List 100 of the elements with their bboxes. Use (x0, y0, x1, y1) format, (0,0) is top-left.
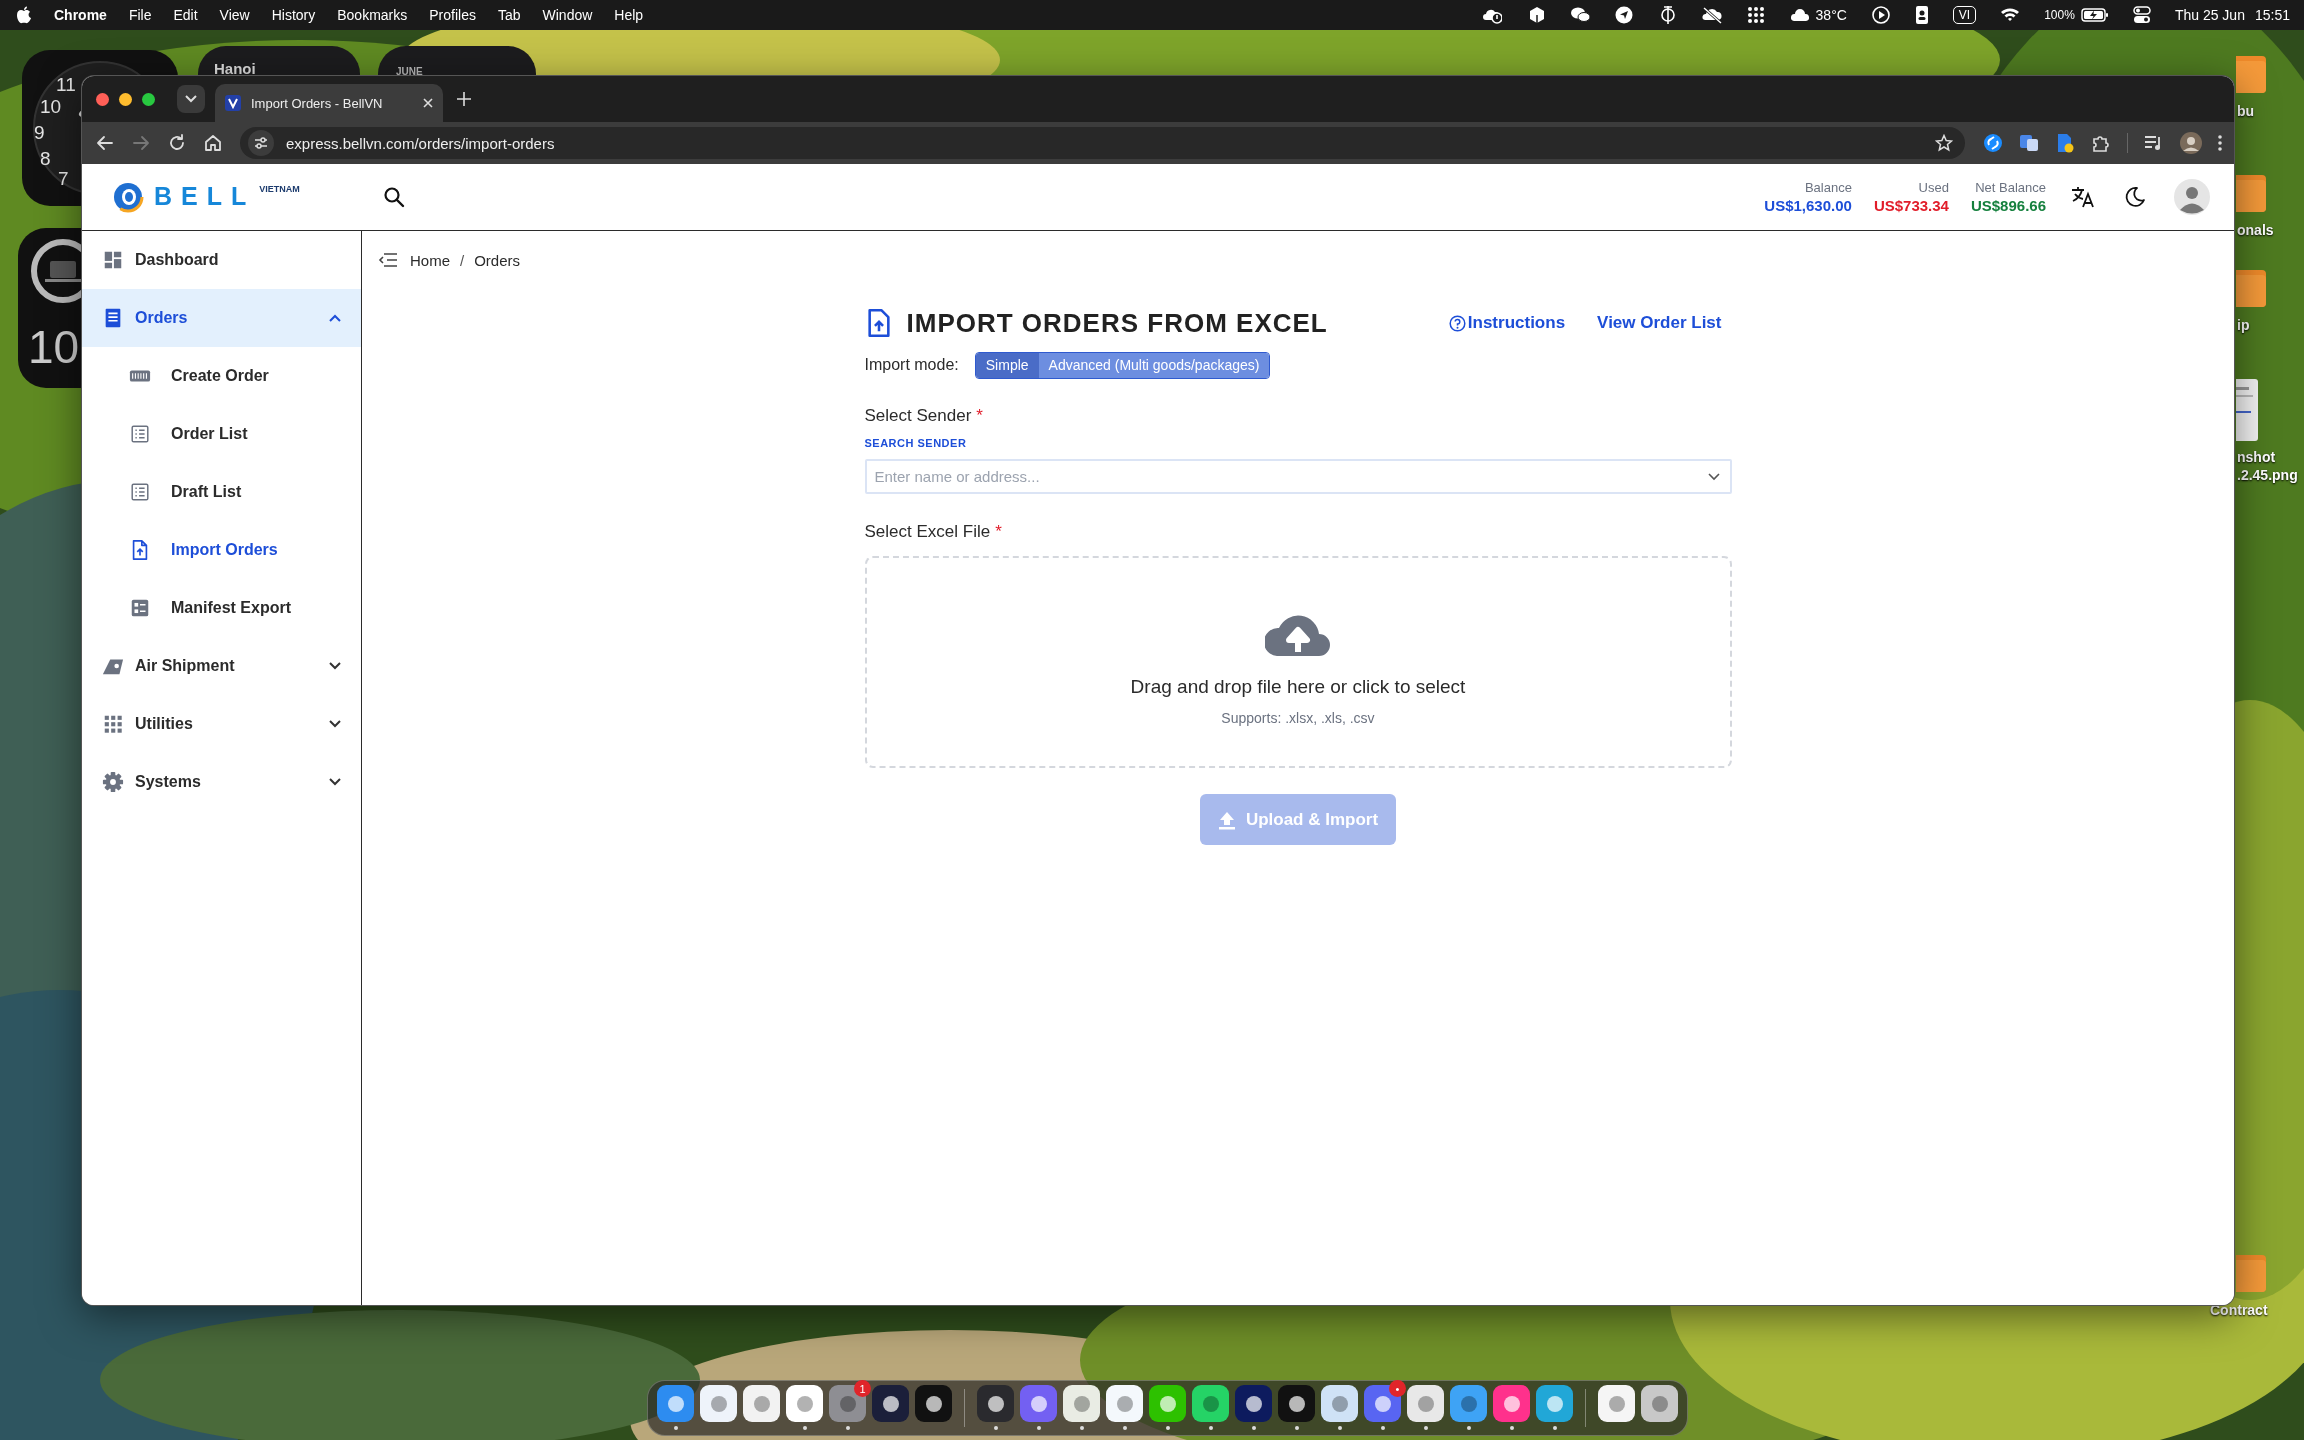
sender-search-field[interactable]: Enter name or address... (864, 459, 1732, 494)
apple-icon[interactable] (16, 6, 32, 24)
menu-item[interactable]: Tab (497, 7, 521, 23)
sidebar-item[interactable]: Systems (82, 753, 361, 811)
sidebar-subitem[interactable]: Import Orders (82, 521, 361, 579)
swirl-extension-icon[interactable] (1983, 133, 2003, 153)
menu-item[interactable]: Bookmarks (337, 7, 408, 23)
new-tab-icon[interactable] (457, 92, 471, 106)
app-icon[interactable] (915, 1385, 952, 1422)
globe-logo-icon[interactable] (112, 181, 144, 213)
app-icon[interactable] (700, 1385, 737, 1422)
clock-number: 10 (40, 96, 62, 118)
grid-icon (102, 713, 124, 735)
browser-tab[interactable]: Import Orders - BellVN (215, 84, 443, 122)
menu-item[interactable]: Window (542, 7, 593, 23)
app-icon[interactable] (1321, 1385, 1358, 1422)
menu-item[interactable]: File (128, 7, 152, 23)
app-icon[interactable] (977, 1385, 1014, 1422)
reload-icon[interactable] (168, 134, 186, 152)
mode-option[interactable]: Simple (975, 352, 1039, 378)
translate-extension-icon[interactable] (2019, 133, 2039, 153)
app-icon[interactable] (743, 1385, 780, 1422)
wifi-icon[interactable] (2000, 7, 2021, 23)
file-name[interactable]: ip (2237, 317, 2250, 333)
close-icon[interactable] (423, 98, 433, 108)
toggles-icon[interactable] (2132, 6, 2151, 24)
zoom-button[interactable] (142, 92, 155, 106)
menu-item[interactable]: View (219, 7, 250, 23)
date[interactable]: Thu 25 Jun (2174, 7, 2245, 23)
app-icon[interactable] (1536, 1385, 1573, 1422)
menu-item[interactable]: Edit (173, 7, 198, 23)
back-icon[interactable] (96, 134, 114, 152)
dark-mode-icon[interactable] (2124, 186, 2146, 208)
home-icon[interactable] (204, 134, 222, 152)
app-icon[interactable] (1106, 1385, 1143, 1422)
app-icon[interactable] (1364, 1385, 1401, 1422)
address-bar[interactable]: express.bellvn.com/orders/import-orders (240, 127, 1965, 159)
sidebar-item[interactable]: Dashboard (82, 231, 361, 289)
sidebar-subitem[interactable]: Create Order (82, 347, 361, 405)
breadcrumb-link[interactable]: Home (410, 251, 450, 269)
app-icon[interactable] (1493, 1385, 1530, 1422)
app-icon[interactable] (872, 1385, 909, 1422)
site-settings-button[interactable] (248, 130, 274, 156)
app-icon[interactable] (1278, 1385, 1315, 1422)
sidebar-subitem[interactable]: Draft List (82, 463, 361, 521)
view-order-list-link[interactable]: View Order List (1597, 313, 1722, 333)
chevron-down-icon[interactable] (1707, 473, 1720, 481)
app-icon[interactable] (786, 1385, 823, 1422)
file-name[interactable]: onals (2237, 222, 2274, 238)
extensions-icon[interactable] (2091, 133, 2111, 153)
cloud-off-icon[interactable] (1701, 5, 1722, 25)
bookmark-star-icon[interactable] (1935, 134, 1953, 152)
minimize-button[interactable] (119, 92, 132, 106)
temperature[interactable]: 38°C (1815, 7, 1847, 23)
play-icon[interactable] (1870, 5, 1891, 25)
dots-grid-icon[interactable] (1745, 5, 1766, 25)
instructions-link[interactable]: Instructions (1448, 313, 1566, 333)
time[interactable]: 15:51 (2254, 7, 2290, 23)
app-icon[interactable] (1192, 1385, 1229, 1422)
profile-avatar[interactable] (2180, 132, 2202, 154)
translate-icon[interactable] (2070, 185, 2096, 209)
app-icon[interactable] (1020, 1385, 1057, 1422)
search-icon[interactable] (383, 186, 405, 208)
file-name[interactable]: .2.45.png (2237, 467, 2298, 483)
file-drop-zone[interactable]: Drag and drop file here or click to select Supports: .xlsx, .xls, .csv (864, 556, 1732, 768)
app-icon[interactable] (1149, 1385, 1186, 1422)
sidebar-toggle-icon[interactable] (378, 252, 398, 268)
percentage-number: 10 (28, 320, 80, 374)
chat-icon[interactable] (1569, 5, 1590, 25)
sidebar-item[interactable]: Utilities (82, 695, 361, 753)
app-icon[interactable] (1063, 1385, 1100, 1422)
cloud-icon[interactable] (1789, 8, 1810, 22)
app-icon[interactable] (1235, 1385, 1272, 1422)
logo-text[interactable]: BELL (154, 181, 256, 211)
user-avatar[interactable] (2174, 179, 2210, 215)
app-menu[interactable]: Chrome (54, 7, 107, 23)
more-menu-icon[interactable] (2218, 135, 2222, 151)
sidebar-subitem[interactable]: Manifest Export (82, 579, 361, 637)
navigation-icon[interactable] (1613, 5, 1634, 25)
battery-icon[interactable] (2080, 8, 2109, 22)
close-button[interactable] (96, 92, 109, 106)
sidebar-subitem[interactable]: Order List (82, 405, 361, 463)
app-icon[interactable] (1641, 1385, 1678, 1422)
id-card-icon[interactable] (1914, 5, 1929, 25)
file-name[interactable]: nshot (2237, 449, 2276, 465)
sidebar-item[interactable]: Air Shipment (82, 637, 361, 695)
breadcrumb-link[interactable]: Orders (474, 251, 521, 269)
tab-search-button[interactable] (177, 85, 205, 113)
input-source[interactable]: VI (1952, 6, 1977, 24)
file-name[interactable]: bu (2237, 103, 2255, 119)
app-icon[interactable] (1407, 1385, 1444, 1422)
menu-item[interactable]: History (271, 7, 316, 23)
battery-percentage[interactable]: 100% (2044, 8, 2075, 22)
forward-icon[interactable] (132, 134, 150, 152)
menu-item[interactable]: Profiles (429, 7, 476, 23)
menu-item[interactable]: Help (614, 7, 644, 23)
app-icon[interactable] (657, 1385, 694, 1422)
app-icon[interactable] (1598, 1385, 1635, 1422)
sidebar-item[interactable]: Orders (82, 289, 361, 347)
document-extension-icon[interactable] (2055, 133, 2075, 153)
